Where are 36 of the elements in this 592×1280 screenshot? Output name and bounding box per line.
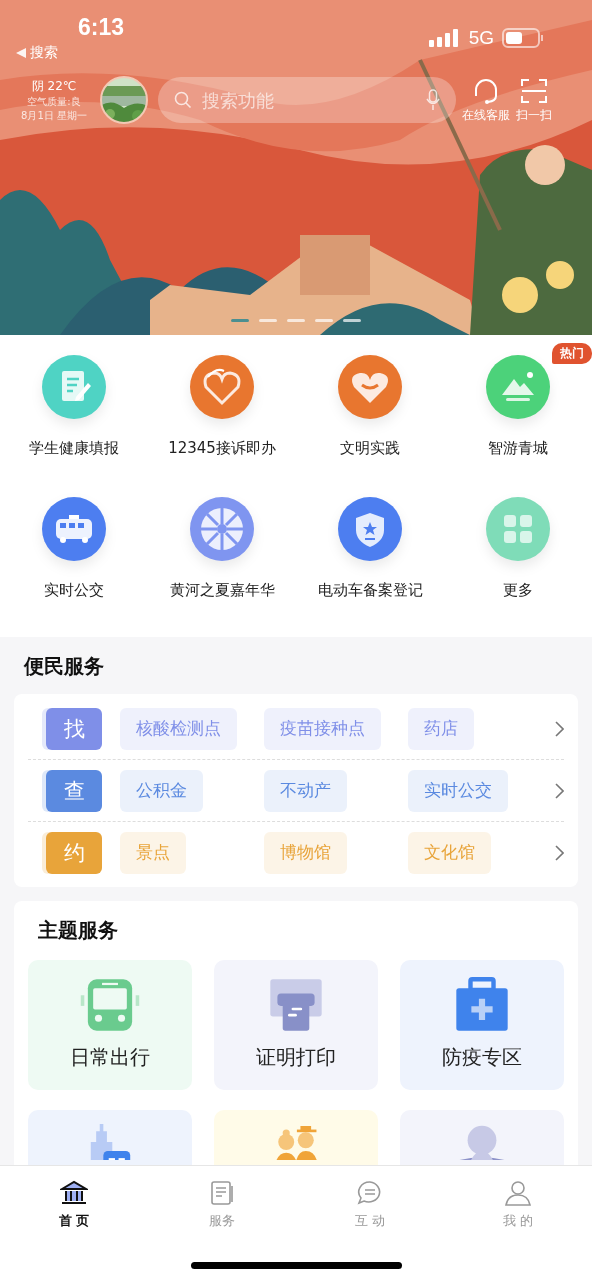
app-shortcut[interactable]: 12345接诉即办 [148, 343, 296, 475]
section-title: 便民服务 [23, 653, 105, 680]
service-chip[interactable]: 核酸检测点 [120, 707, 237, 750]
theme-tile[interactable]: 证明打印 [214, 960, 378, 1090]
app-shortcut[interactable]: 实时公交 [0, 485, 148, 617]
service-chip[interactable]: 实时公交 [408, 769, 508, 812]
app-shortcut[interactable]: 文明实践 [296, 343, 444, 475]
nav-tab[interactable]: 服务 [182, 1180, 262, 1230]
person-icon [504, 1180, 532, 1206]
app-shortcut[interactable]: 电动车备案登记 [296, 485, 444, 617]
hot-badge: 热门 [552, 343, 592, 364]
theme-tile[interactable]: 防疫专区 [400, 960, 564, 1090]
app-shortcut[interactable]: 更多 [444, 485, 592, 617]
app-shortcut[interactable]: 学生健康填报 [0, 343, 148, 475]
chevron-right-icon[interactable] [554, 782, 564, 799]
service-chip[interactable]: 景点 [120, 831, 186, 874]
app-shortcut[interactable]: 黄河之夏嘉年华 [148, 485, 296, 617]
service-chip[interactable]: 不动产 [264, 769, 347, 812]
category-tag: 找 [46, 707, 102, 750]
document-icon [208, 1180, 236, 1206]
service-chip[interactable]: 疫苗接种点 [264, 707, 381, 750]
service-chip[interactable]: 文化馆 [408, 831, 491, 874]
nav-tab[interactable]: 我 的 [478, 1180, 558, 1230]
service-chip[interactable]: 博物馆 [264, 831, 347, 874]
section-title: 主题服务 [37, 917, 119, 944]
nav-tab[interactable]: 互 动 [330, 1180, 410, 1230]
chevron-right-icon[interactable] [554, 844, 564, 861]
service-chip[interactable]: 药店 [408, 707, 474, 750]
bank-icon [60, 1180, 88, 1206]
app-shortcut[interactable]: 智游青城 热门 [444, 343, 592, 475]
theme-tile[interactable]: 日常出行 [28, 960, 192, 1090]
category-tag: 查 [46, 769, 102, 812]
category-tag: 约 [46, 831, 102, 874]
chevron-right-icon[interactable] [554, 720, 564, 737]
service-chip[interactable]: 公积金 [120, 769, 203, 812]
nav-tab[interactable]: 首 页 [34, 1180, 114, 1230]
